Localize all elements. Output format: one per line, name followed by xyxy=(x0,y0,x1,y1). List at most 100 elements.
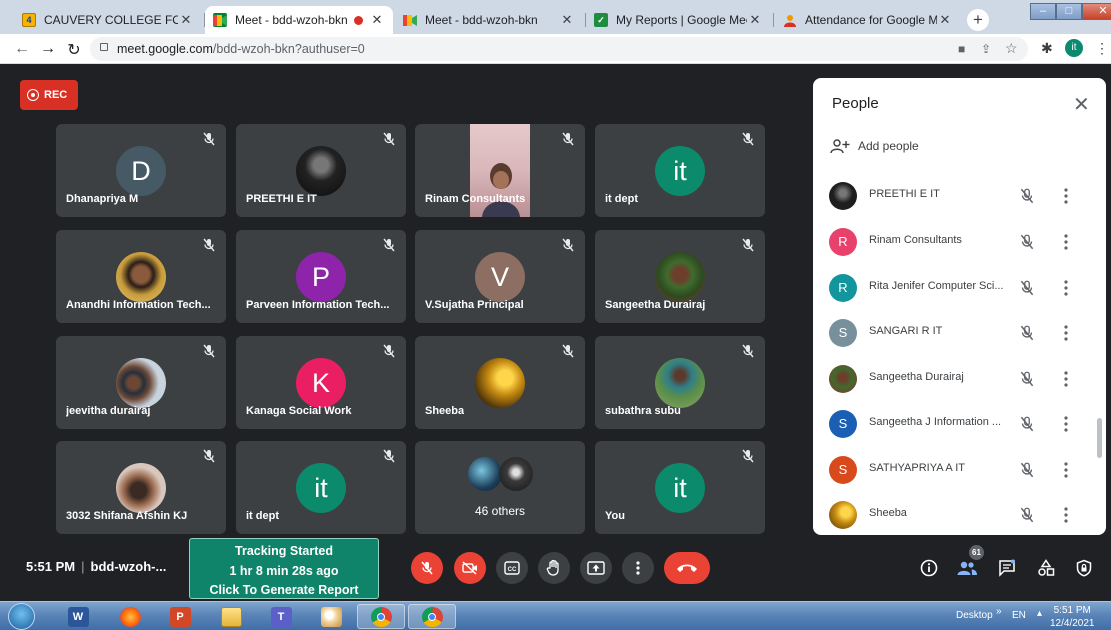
browser-menu-icon[interactable]: ⋮ xyxy=(1095,40,1109,57)
more-options-button[interactable] xyxy=(622,552,654,584)
participant-tile[interactable]: it it dept xyxy=(595,124,765,217)
raise-hand-button[interactable] xyxy=(538,552,570,584)
maximize-button[interactable]: □ xyxy=(1056,3,1082,20)
participant-row[interactable]: R Rita Jenifer Computer Sci... xyxy=(813,266,1106,311)
close-icon[interactable]: ✕ xyxy=(559,12,575,28)
participant-tile[interactable]: Rinam Consultants xyxy=(415,124,585,217)
participant-tile[interactable]: jeevitha durairaj xyxy=(56,336,226,429)
mic-off-icon[interactable] xyxy=(1018,415,1036,433)
more-vert-icon[interactable] xyxy=(1059,460,1073,480)
start-orb-icon[interactable] xyxy=(8,603,35,630)
add-person-icon xyxy=(830,139,850,154)
bookmark-star-icon[interactable]: ☆ xyxy=(1005,40,1018,57)
firefox-taskbar-button[interactable] xyxy=(106,604,154,629)
participant-row[interactable]: S Sangeetha J Information ... xyxy=(813,402,1106,447)
participant-tile[interactable]: V V.Sujatha Principal xyxy=(415,230,585,323)
tab-meet-2[interactable]: Meet - bdd-wzoh-bkn ✕ xyxy=(395,6,583,34)
present-screen-button[interactable] xyxy=(580,552,612,584)
windows-taskbar: W P T Desktop » EN ▴ 5:51 PM 12/4/2021 xyxy=(0,601,1111,630)
window-close-button[interactable]: ✕ xyxy=(1082,3,1111,20)
chrome-profile-taskbar-button[interactable] xyxy=(408,604,456,629)
tab-meet-active[interactable]: Meet - bdd-wzoh-bkn ✕ xyxy=(205,6,393,34)
meeting-code[interactable]: bdd-wzoh-... xyxy=(91,559,167,574)
chat-button[interactable] xyxy=(995,556,1019,580)
participant-row[interactable]: Sangeetha Durairaj xyxy=(813,357,1106,402)
participant-row[interactable]: PREETHI E IT xyxy=(813,174,1106,219)
tab-my-reports[interactable]: ✓ My Reports | Google Meet Atte ✕ xyxy=(586,6,771,34)
camera-toggle-button[interactable] xyxy=(454,552,486,584)
address-bar[interactable]: meet.google.com/bdd-wzoh-bkn?authuser=0 … xyxy=(90,37,1028,61)
tab-cauvery-college[interactable]: 4 CAUVERY COLLEGE FOR WOME ✕ xyxy=(14,6,202,34)
participant-tile[interactable]: Sangeetha Durairaj xyxy=(595,230,765,323)
panel-scrollbar[interactable] xyxy=(1097,418,1102,458)
profile-avatar[interactable]: it xyxy=(1065,39,1083,57)
new-tab-button[interactable]: + xyxy=(967,9,989,31)
close-icon[interactable]: ✕ xyxy=(1073,92,1090,117)
mic-toggle-button[interactable] xyxy=(411,552,443,584)
mic-off-icon[interactable] xyxy=(1018,279,1036,297)
tray-overflow-icon[interactable]: ▴ xyxy=(1037,608,1042,619)
participant-tile[interactable]: 3032 Shifana Afshin KJ xyxy=(56,441,226,534)
more-vert-icon[interactable] xyxy=(1059,186,1073,206)
tracking-report-button[interactable]: Tracking Started 1 hr 8 min 28s ago Clic… xyxy=(189,538,379,599)
more-vert-icon[interactable] xyxy=(1059,278,1073,298)
participant-tile[interactable]: P Parveen Information Tech... xyxy=(236,230,406,323)
window-controls: – □ ✕ xyxy=(1030,3,1111,20)
participant-row[interactable]: S SATHYAPRIYA A IT xyxy=(813,448,1106,493)
participant-tile[interactable]: K Kanaga Social Work xyxy=(236,336,406,429)
activities-button[interactable] xyxy=(1034,556,1058,580)
participant-tile[interactable]: PREETHI E IT xyxy=(236,124,406,217)
more-vert-icon[interactable] xyxy=(1059,505,1073,525)
more-vert-icon[interactable] xyxy=(1059,232,1073,252)
more-vert-icon[interactable] xyxy=(1059,414,1073,434)
participant-tile[interactable]: Anandhi Information Tech... xyxy=(56,230,226,323)
participant-tile[interactable]: Sheeba xyxy=(415,336,585,429)
close-icon[interactable]: ✕ xyxy=(178,12,194,28)
mic-off-icon[interactable] xyxy=(1018,233,1036,251)
more-vert-icon[interactable] xyxy=(1059,369,1073,389)
camera-icon[interactable]: ■ xyxy=(958,42,965,56)
mic-off-icon xyxy=(203,238,215,252)
participant-row[interactable]: S SANGARI R IT xyxy=(813,311,1106,356)
leave-call-button[interactable] xyxy=(664,552,710,584)
participant-row[interactable]: R Rinam Consultants xyxy=(813,220,1106,265)
add-people-button[interactable]: Add people xyxy=(830,138,919,154)
more-vert-icon[interactable] xyxy=(1059,323,1073,343)
powerpoint-taskbar-button[interactable]: P xyxy=(156,604,204,629)
teams-taskbar-button[interactable]: T xyxy=(257,604,305,629)
shield-lock-icon xyxy=(1076,559,1092,577)
file-explorer-taskbar-button[interactable] xyxy=(207,604,255,629)
share-icon[interactable]: ⇪ xyxy=(981,42,991,56)
mic-off-icon[interactable] xyxy=(1018,187,1036,205)
extensions-puzzle-icon[interactable]: ✱ xyxy=(1041,40,1053,57)
participant-tile[interactable]: it it dept xyxy=(236,441,406,534)
reload-icon[interactable]: ↻ xyxy=(64,40,84,60)
chevron-right-icon[interactable]: » xyxy=(996,606,1002,617)
mic-off-icon[interactable] xyxy=(1018,370,1036,388)
mic-off-icon[interactable] xyxy=(1018,324,1036,342)
desktop-toolbar-label[interactable]: Desktop xyxy=(956,610,993,621)
tab-attendance[interactable]: Attendance for Google Meet™ ✕ xyxy=(775,6,961,34)
back-arrow-icon[interactable]: ← xyxy=(12,40,32,58)
close-icon[interactable]: ✕ xyxy=(369,12,385,28)
close-icon[interactable]: ✕ xyxy=(937,12,953,28)
captions-button[interactable]: CC xyxy=(496,552,528,584)
mic-off-icon[interactable] xyxy=(1018,461,1036,479)
minimize-button[interactable]: – xyxy=(1030,3,1056,20)
forward-arrow-icon[interactable]: → xyxy=(38,40,58,58)
avatar-photo xyxy=(475,358,525,408)
mic-off-icon[interactable] xyxy=(1018,506,1036,524)
close-icon[interactable]: ✕ xyxy=(747,12,763,28)
participant-tile[interactable]: D Dhanapriya M xyxy=(56,124,226,217)
self-tile[interactable]: it You xyxy=(595,441,765,534)
participant-tile[interactable]: subathra subu xyxy=(595,336,765,429)
meeting-details-button[interactable] xyxy=(917,556,941,580)
chrome-taskbar-button[interactable] xyxy=(357,604,405,629)
participant-row[interactable]: Sheeba xyxy=(813,493,1106,535)
paint-taskbar-button[interactable] xyxy=(307,604,355,629)
word-taskbar-button[interactable]: W xyxy=(54,604,102,629)
host-controls-button[interactable] xyxy=(1072,556,1096,580)
others-tile[interactable]: 46 others xyxy=(415,441,585,534)
system-clock[interactable]: 5:51 PM 12/4/2021 xyxy=(1050,604,1095,630)
language-indicator[interactable]: EN xyxy=(1012,610,1026,621)
